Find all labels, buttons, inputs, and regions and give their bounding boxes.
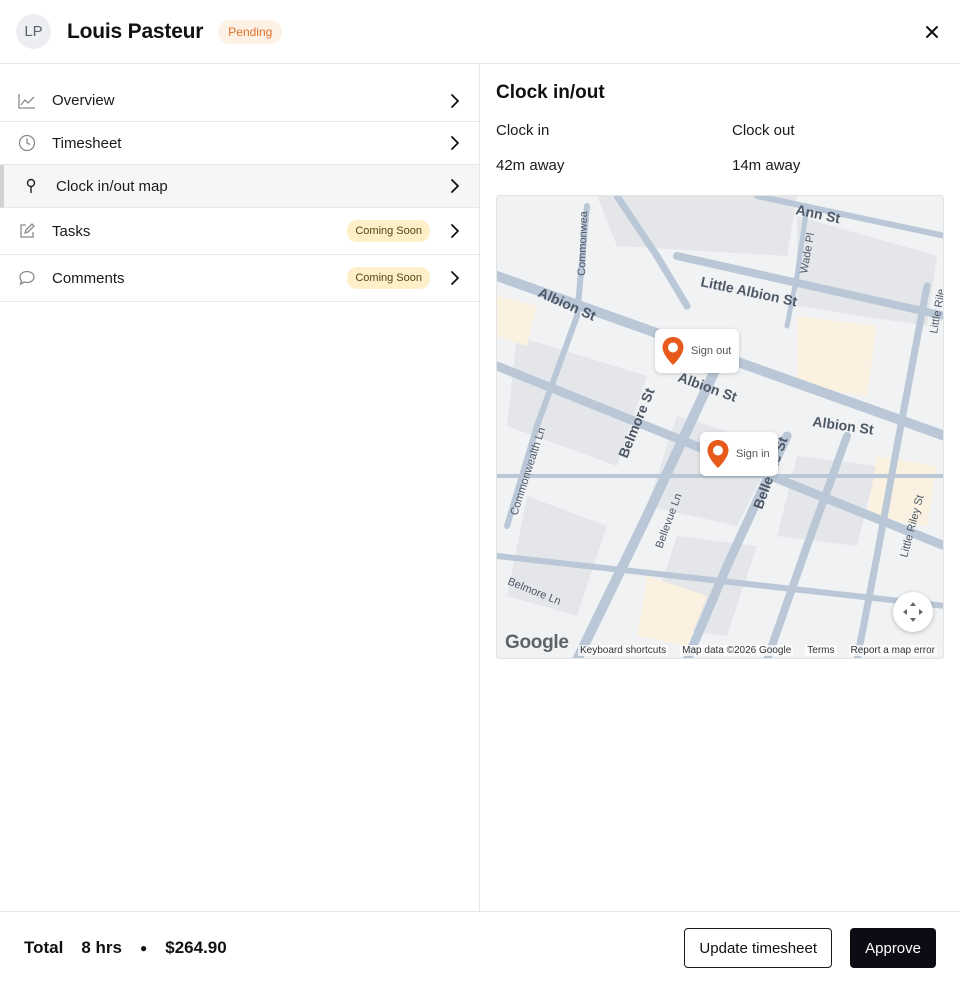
- dialog-header: LP Louis Pasteur Pending: [0, 0, 960, 64]
- map-data-text: Map data ©2026 Google: [680, 644, 794, 656]
- marker-label: Sign in: [736, 448, 770, 460]
- location-pin-icon: [662, 337, 684, 365]
- status-badge: Pending: [218, 19, 283, 44]
- fullscreen-button[interactable]: [893, 592, 933, 632]
- coming-soon-badge: Coming Soon: [347, 267, 430, 289]
- dialog-footer: Total 8 hrs ● $264.90 Update timesheet A…: [0, 911, 960, 984]
- edit-icon: [18, 222, 36, 240]
- main-panel: Clock in/out Clock in Clock out 42m away…: [480, 64, 960, 911]
- coming-soon-badge: Coming Soon: [347, 220, 430, 242]
- total-hours: 8 hrs: [81, 938, 122, 957]
- sidebar-item-label: Overview: [52, 92, 115, 109]
- employee-name: Louis Pasteur: [67, 19, 204, 43]
- fullscreen-icon: [903, 602, 923, 622]
- sidebar-item-label: Clock in/out map: [56, 177, 168, 195]
- sign-out-marker[interactable]: Sign out: [655, 329, 740, 373]
- pin-icon: [22, 177, 40, 195]
- chevron-right-icon: [451, 136, 459, 150]
- chevron-right-icon: [451, 224, 459, 238]
- map-attribution: Keyboard shortcuts Map data ©2026 Google…: [497, 642, 943, 658]
- sidebar-item-clock-map[interactable]: Clock in/out map: [0, 165, 479, 208]
- clock-out-label: Clock out: [732, 122, 795, 139]
- section-title: Clock in/out: [496, 82, 605, 103]
- comment-icon: [18, 269, 36, 287]
- update-timesheet-button[interactable]: Update timesheet: [684, 928, 832, 968]
- sidebar-item-label: Tasks: [52, 222, 91, 240]
- sidebar-item-label: Timesheet: [52, 134, 122, 152]
- sign-in-marker[interactable]: Sign in: [700, 432, 778, 476]
- keyboard-shortcuts-link[interactable]: Keyboard shortcuts: [577, 644, 669, 656]
- sidebar-item-tasks[interactable]: Tasks Coming Soon: [0, 208, 479, 255]
- sidebar-item-overview[interactable]: Overview: [0, 64, 479, 122]
- location-pin-icon: [707, 440, 729, 468]
- separator-dot: ●: [140, 941, 148, 955]
- approve-button[interactable]: Approve: [850, 928, 936, 968]
- sidebar-item-comments[interactable]: Comments Coming Soon: [0, 255, 479, 302]
- total-amount: $264.90: [165, 938, 227, 957]
- line-chart-icon: [18, 92, 36, 110]
- clock-icon: [18, 134, 36, 152]
- chevron-right-icon: [451, 93, 459, 108]
- close-button[interactable]: [920, 20, 944, 44]
- sidebar-item-label: Comments: [52, 269, 125, 287]
- sidebar-item-timesheet[interactable]: Timesheet: [0, 122, 479, 165]
- map[interactable]: Ann St Little Albion St Albion St Albion…: [496, 195, 944, 659]
- clock-in-distance: 42m away: [496, 157, 565, 174]
- chevron-right-icon: [451, 179, 459, 193]
- report-error-link[interactable]: Report a map error: [848, 644, 937, 656]
- close-icon: [926, 26, 938, 38]
- street-label: Commonwea: [576, 210, 590, 276]
- total-label: Total: [24, 938, 64, 957]
- avatar: LP: [16, 14, 51, 49]
- clock-in-label: Clock in: [496, 122, 550, 139]
- marker-label: Sign out: [691, 345, 732, 357]
- terms-link[interactable]: Terms: [805, 644, 837, 656]
- sidebar: Overview Timesheet Clock in/out map Task…: [0, 64, 480, 911]
- clock-out-distance: 14m away: [732, 157, 801, 174]
- map-streets: Ann St Little Albion St Albion St Albion…: [497, 196, 943, 658]
- chevron-right-icon: [451, 271, 459, 285]
